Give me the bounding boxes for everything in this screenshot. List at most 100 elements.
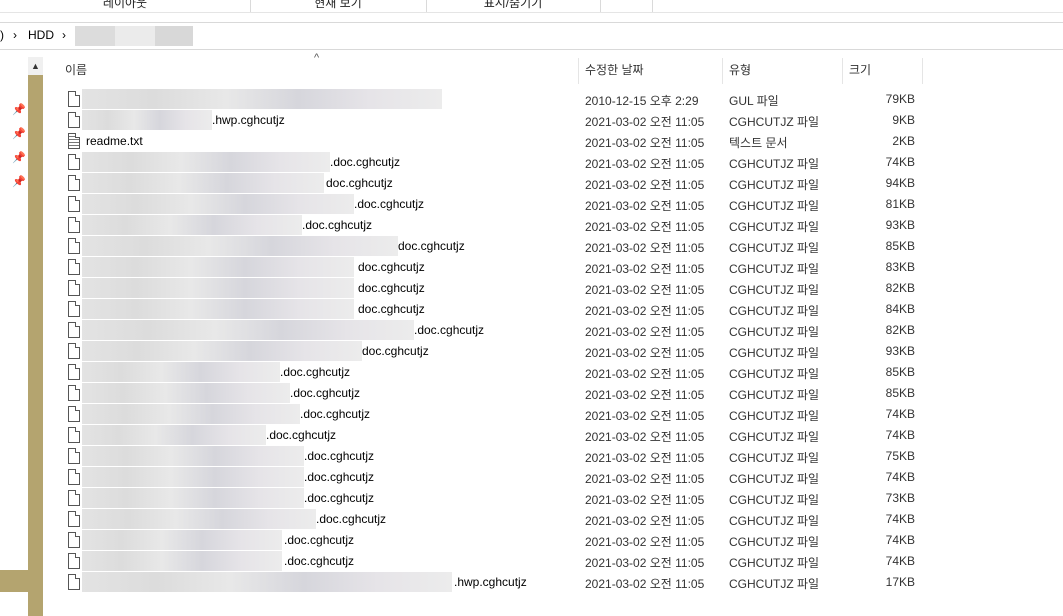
redacted-filename <box>82 299 354 319</box>
file-icon <box>68 154 80 170</box>
breadcrumb-hdd[interactable]: HDD <box>28 28 54 42</box>
file-row[interactable]: .doc.cghcutjz 2021-03-02 오전 11:05 CGHCUTJZ… <box>44 530 944 551</box>
ribbon-group-layout[interactable]: 레이아웃 <box>0 0 251 12</box>
file-row[interactable]: .doc.cghcutjz 2021-03-02 오전 11:05 CGHCUTJZ… <box>44 488 944 509</box>
redacted-filename <box>82 383 290 403</box>
column-header-row: 이름 수정한 날짜 유형 크기 <box>44 58 1063 84</box>
file-size: 82KB <box>885 281 915 295</box>
file-name: .doc.cghcutjz <box>284 533 355 547</box>
file-row[interactable]: .doc.cghcutjz 2021-03-02 오전 11:05 CGHCUTJZ… <box>44 383 944 404</box>
file-icon <box>68 112 80 128</box>
file-name: .doc.cghcutjz <box>304 470 375 484</box>
file-date: 2021-03-02 오전 11:05 <box>585 241 705 255</box>
redacted-filename <box>82 404 300 424</box>
redacted-filename <box>82 446 304 466</box>
file-date: 2021-03-02 오전 11:05 <box>585 472 705 486</box>
file-type: CGHCUTJZ 파일 <box>729 514 820 528</box>
file-row[interactable]: .doc.cghcutjz 2021-03-02 오전 11:05 CGHCUTJZ… <box>44 362 944 383</box>
file-row[interactable]: .doc.cghcutjz 2021-03-02 오전 11:05 CGHCUTJZ… <box>44 467 944 488</box>
breadcrumb-chevron-icon[interactable]: › <box>62 28 66 42</box>
file-name: .doc.cghcutjz <box>266 428 337 442</box>
file-icon <box>68 469 80 485</box>
pin-icon[interactable]: 📌 <box>12 175 26 188</box>
file-row[interactable]: .doc.cghcutjz 2021-03-02 오전 11:05 CGHCUTJZ… <box>44 152 944 173</box>
file-type: CGHCUTJZ 파일 <box>729 241 820 255</box>
file-list: 2010-12-15 오후 2:29 GUL 파일 79KB .hwp.cghcut… <box>44 89 944 593</box>
file-date: 2021-03-02 오전 11:05 <box>585 157 705 171</box>
file-icon <box>68 301 80 317</box>
ribbon-group-current-view[interactable]: 현재 보기 <box>250 0 427 12</box>
file-date: 2021-03-02 오전 11:05 <box>585 262 705 276</box>
file-date: 2021-03-02 오전 11:05 <box>585 178 705 192</box>
file-icon <box>68 343 80 359</box>
file-date: 2021-03-02 오전 11:05 <box>585 451 705 465</box>
file-type: CGHCUTJZ 파일 <box>729 157 820 171</box>
redacted-filename <box>82 194 354 214</box>
file-type: CGHCUTJZ 파일 <box>729 262 820 276</box>
file-date: 2021-03-02 오전 11:05 <box>585 199 705 213</box>
file-row[interactable]: doc.cghcutjz 2021-03-02 오전 11:05 CGHCUTJZ … <box>44 236 944 257</box>
file-row[interactable]: readme.txt 2021-03-02 오전 11:05 텍스트 문서 2KB <box>44 131 944 152</box>
file-size: 85KB <box>885 365 915 379</box>
file-name: .doc.cghcutjz <box>414 323 485 337</box>
redacted-filename <box>82 320 414 340</box>
file-row[interactable]: .doc.cghcutjz 2021-03-02 오전 11:05 CGHCUTJZ… <box>44 446 944 467</box>
scrollbar-track[interactable] <box>28 75 43 616</box>
breadcrumb-root[interactable]: ) <box>0 28 4 42</box>
scroll-up-arrow-icon[interactable]: ▲ <box>28 57 43 75</box>
file-type: CGHCUTJZ 파일 <box>729 178 820 192</box>
file-row[interactable]: doc.cghcutjz 2021-03-02 오전 11:05 CGHCUTJZ … <box>44 173 944 194</box>
file-type: CGHCUTJZ 파일 <box>729 535 820 549</box>
pin-icon[interactable]: 📌 <box>12 127 26 140</box>
file-row[interactable]: .doc.cghcutjz 2021-03-02 오전 11:05 CGHCUTJZ… <box>44 425 944 446</box>
file-row[interactable]: .doc.cghcutjz 2021-03-02 오전 11:05 CGHCUTJZ… <box>44 551 944 572</box>
ribbon-group-empty <box>600 0 653 12</box>
address-bar[interactable]: ) › HDD › <box>0 22 1063 50</box>
file-row[interactable]: .doc.cghcutjz 2021-03-02 오전 11:05 CGHCUTJZ… <box>44 509 944 530</box>
file-date: 2021-03-02 오전 11:05 <box>585 577 705 591</box>
file-row[interactable]: doc.cghcutjz 2021-03-02 오전 11:05 CGHCUTJZ … <box>44 299 944 320</box>
file-row[interactable]: 2010-12-15 오후 2:29 GUL 파일 79KB <box>44 89 944 110</box>
breadcrumb-chevron-icon[interactable]: › <box>13 28 17 42</box>
file-type: CGHCUTJZ 파일 <box>729 493 820 507</box>
column-header-name[interactable]: 이름 <box>59 58 579 84</box>
file-name: doc.cghcutjz <box>326 176 393 190</box>
file-size: 81KB <box>885 197 915 211</box>
nav-selected-item[interactable] <box>0 570 28 592</box>
file-name: doc.cghcutjz <box>362 344 429 358</box>
breadcrumb-redacted-folder[interactable] <box>75 26 193 46</box>
file-name: readme.txt <box>86 134 143 148</box>
file-row[interactable]: .doc.cghcutjz 2021-03-02 오전 11:05 CGHCUTJZ… <box>44 194 944 215</box>
redacted-filename <box>82 467 304 487</box>
file-name: doc.cghcutjz <box>358 260 425 274</box>
file-size: 84KB <box>885 302 915 316</box>
ribbon-group-show-hide[interactable]: 표시/숨기기 <box>426 0 601 12</box>
column-header-type[interactable]: 유형 <box>723 58 843 84</box>
pin-icon[interactable]: 📌 <box>12 151 26 164</box>
file-icon <box>68 91 80 107</box>
file-type: 텍스트 문서 <box>729 136 788 150</box>
file-type: CGHCUTJZ 파일 <box>729 220 820 234</box>
file-date: 2021-03-02 오전 11:05 <box>585 136 705 150</box>
file-date: 2021-03-02 오전 11:05 <box>585 388 705 402</box>
file-type: CGHCUTJZ 파일 <box>729 283 820 297</box>
redacted-filename <box>82 551 282 571</box>
file-icon <box>68 574 80 590</box>
column-header-size[interactable]: 크기 <box>843 58 923 84</box>
file-name: .doc.cghcutjz <box>354 197 425 211</box>
file-row[interactable]: .doc.cghcutjz 2021-03-02 오전 11:05 CGHCUTJZ… <box>44 320 944 341</box>
pin-icon[interactable]: 📌 <box>12 103 26 116</box>
file-name: .doc.cghcutjz <box>284 554 355 568</box>
file-row[interactable]: doc.cghcutjz 2021-03-02 오전 11:05 CGHCUTJZ … <box>44 278 944 299</box>
file-row[interactable]: .doc.cghcutjz 2021-03-02 오전 11:05 CGHCUTJZ… <box>44 404 944 425</box>
file-row[interactable]: .doc.cghcutjz 2021-03-02 오전 11:05 CGHCUTJZ… <box>44 215 944 236</box>
file-type: CGHCUTJZ 파일 <box>729 451 820 465</box>
file-row[interactable]: .hwp.cghcutjz 2021-03-02 오전 11:05 CGHCUTJZ… <box>44 110 944 131</box>
file-row[interactable]: doc.cghcutjz 2021-03-02 오전 11:05 CGHCUTJZ … <box>44 341 944 362</box>
file-row[interactable]: doc.cghcutjz 2021-03-02 오전 11:05 CGHCUTJZ … <box>44 257 944 278</box>
redacted-filename <box>82 89 442 109</box>
file-date: 2010-12-15 오후 2:29 <box>585 94 699 108</box>
file-icon <box>68 175 80 191</box>
file-row[interactable]: .hwp.cghcutjz 2021-03-02 오전 11:05 CGHCUTJZ… <box>44 572 944 593</box>
column-header-date[interactable]: 수정한 날짜 <box>579 58 723 84</box>
